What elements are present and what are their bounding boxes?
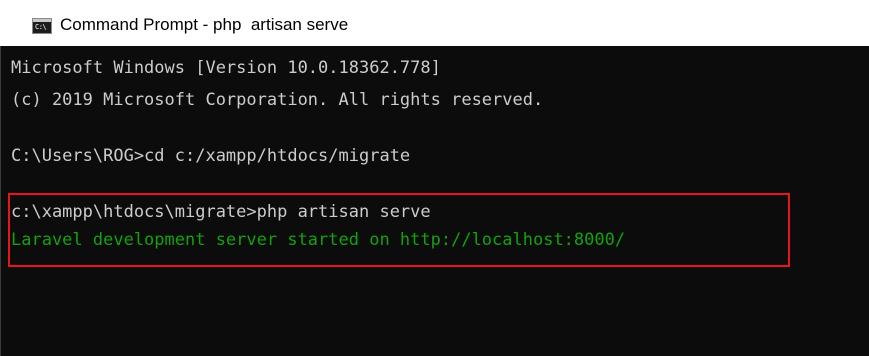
title-bar[interactable]: C:\ Command Prompt - php artisan serve	[0, 0, 869, 46]
command-prompt-icon: C:\	[32, 18, 52, 34]
console-line-version: Microsoft Windows [Version 10.0.18362.77…	[11, 58, 441, 78]
command-prompt-window: C:\ Command Prompt - php artisan serve M…	[0, 0, 869, 356]
console-line-cd-command: C:\Users\ROG>cd c:/xampp/htdocs/migrate	[11, 146, 411, 166]
highlight-annotation-box	[8, 193, 790, 267]
window-title: Command Prompt - php artisan serve	[60, 15, 349, 34]
icon-title-strip	[33, 19, 51, 22]
console-line-copyright: (c) 2019 Microsoft Corporation. All righ…	[11, 90, 544, 110]
icon-glyph: C:\	[35, 23, 47, 31]
